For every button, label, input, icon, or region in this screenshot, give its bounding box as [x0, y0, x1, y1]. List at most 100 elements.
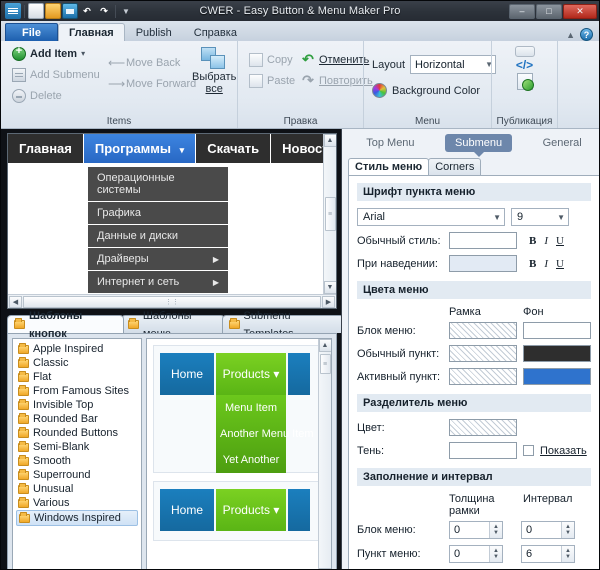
underline-button[interactable]: U	[556, 235, 564, 247]
menu-block-border-swatch[interactable]	[449, 322, 517, 339]
submenu-item[interactable]: Данные и диски	[88, 225, 228, 248]
template-products-button[interactable]: Products ▾	[216, 489, 286, 531]
save-icon[interactable]	[62, 3, 78, 19]
maximize-button[interactable]: □	[536, 3, 562, 19]
submenu-item[interactable]: Интернет и сеть ▶	[88, 271, 228, 294]
ribbon-tab-help[interactable]: Справка	[183, 23, 248, 41]
font-normal-color-swatch[interactable]	[449, 232, 517, 249]
scroll-left-icon[interactable]: ◀	[9, 295, 22, 308]
tab-top-menu[interactable]: Top Menu	[356, 134, 424, 152]
list-item[interactable]: Semi-Blank	[16, 440, 138, 454]
template-card[interactable]: Home Products ▾	[153, 481, 325, 541]
undo-button[interactable]: ↶ Отменить	[296, 50, 369, 69]
scroll-up-icon[interactable]: ▲	[318, 339, 331, 352]
bold-button[interactable]: B	[529, 258, 536, 270]
scroll-up-icon[interactable]: ▲	[323, 134, 336, 147]
show-shadow-checkbox[interactable]	[523, 445, 534, 456]
list-item[interactable]: Invisible Top	[16, 398, 138, 412]
redo-icon[interactable]: ↷	[96, 3, 112, 19]
template-preview-list[interactable]: Home Products ▾ Menu Item Another Menu I…	[146, 338, 332, 569]
template-preview-scrollbar[interactable]: ▲ ≡ ▼	[318, 339, 331, 569]
scroll-thumb-vertical[interactable]: ≡	[319, 354, 331, 374]
submenu-item[interactable]: Драйверы ▶	[88, 248, 228, 271]
template-dropdown-item[interactable]: Yet Another	[216, 447, 286, 473]
list-item[interactable]: From Famous Sites	[16, 384, 138, 398]
template-dropdown-item[interactable]: Menu Item	[216, 395, 286, 421]
menu-button-home[interactable]: Главная	[8, 134, 84, 163]
font-size-select[interactable]: 9 ▼	[511, 208, 569, 226]
subtab-corners[interactable]: Corners	[428, 158, 482, 175]
template-card[interactable]: Home Products ▾ Menu Item Another Menu I…	[153, 345, 325, 473]
list-item[interactable]: Apple Inspired	[16, 342, 138, 356]
add-submenu-button[interactable]: Add Submenu	[7, 65, 100, 84]
collapse-ribbon-icon[interactable]: ▲	[566, 30, 575, 40]
publish-file-icon[interactable]	[516, 73, 534, 91]
active-item-fill-swatch[interactable]	[523, 368, 591, 385]
italic-button[interactable]: I	[544, 235, 548, 247]
scroll-thumb-vertical[interactable]: ≡	[324, 197, 336, 231]
list-item[interactable]: Superround	[16, 468, 138, 482]
list-item[interactable]: Rounded Buttons	[16, 426, 138, 440]
tab-submenu-templates[interactable]: Submenu Templates	[221, 310, 345, 340]
underline-button[interactable]: U	[556, 258, 564, 270]
tab-menu-templates[interactable]: Шаблоны меню	[120, 310, 225, 340]
paste-button[interactable]: Paste	[244, 71, 295, 90]
list-item-selected[interactable]: Windows Inspired	[16, 510, 138, 526]
chevron-down-icon[interactable]: ▾	[81, 49, 85, 58]
menu-preview-canvas[interactable]: Главная Программы ▾ Скачать Новости Опер…	[8, 134, 336, 294]
list-item[interactable]: Classic	[16, 356, 138, 370]
scroll-down-icon[interactable]: ▼	[323, 281, 336, 294]
template-category-list[interactable]: Apple Inspired Classic Flat From Famous …	[12, 338, 142, 569]
move-forward-button[interactable]: ⟶ Move Forward	[103, 74, 196, 93]
list-item[interactable]: Flat	[16, 370, 138, 384]
menu-button-programs[interactable]: Программы ▾	[83, 134, 197, 163]
bold-button[interactable]: B	[529, 235, 536, 247]
preview-vertical-scrollbar[interactable]: ▲ ≡ ▼	[323, 134, 336, 294]
font-hover-color-swatch[interactable]	[449, 255, 517, 272]
submenu-item[interactable]: Графика	[88, 202, 228, 225]
menu-block-interval-stepper[interactable]: 0 ▲ ▼	[521, 521, 575, 539]
template-home-button[interactable]: Home	[160, 489, 214, 531]
help-icon[interactable]: ?	[580, 28, 593, 41]
minimize-button[interactable]: –	[509, 3, 535, 19]
scroll-right-icon[interactable]: ▶	[322, 295, 335, 308]
tab-general[interactable]: General	[533, 134, 592, 152]
stepper-arrows-icon[interactable]: ▲ ▼	[489, 546, 502, 562]
tab-button-templates[interactable]: Шаблоны кнопок	[7, 310, 124, 340]
template-products-button[interactable]: Products ▾	[216, 353, 286, 395]
list-item[interactable]: Rounded Bar	[16, 412, 138, 426]
move-back-button[interactable]: ⟵ Move Back	[103, 53, 187, 72]
template-home-button[interactable]: Home	[160, 353, 214, 395]
background-color-row[interactable]: Background Color	[370, 74, 485, 98]
quick-access-toolbar[interactable]: ↶ ↷ ▼	[1, 3, 133, 19]
delete-button[interactable]: Delete	[7, 86, 99, 105]
list-item[interactable]: Smooth	[16, 454, 138, 468]
stepper-arrows-icon[interactable]: ▲ ▼	[561, 546, 574, 562]
italic-button[interactable]: I	[544, 258, 548, 270]
submenu-item[interactable]: Операционные системы	[88, 167, 228, 202]
tab-submenu[interactable]: Submenu	[445, 134, 513, 157]
open-icon[interactable]	[45, 3, 61, 19]
normal-item-border-swatch[interactable]	[449, 345, 517, 362]
add-item-button[interactable]: Add Item ▾	[7, 44, 99, 63]
menu-block-thickness-stepper[interactable]: 0 ▲ ▼	[449, 521, 503, 539]
close-button[interactable]: ✕	[563, 3, 597, 19]
menu-item-interval-stepper[interactable]: 6 ▲ ▼	[521, 545, 575, 563]
divider-shadow-swatch[interactable]	[449, 442, 517, 459]
qat-dropdown-icon[interactable]: ▼	[119, 7, 133, 16]
menu-block-fill-swatch[interactable]	[523, 322, 591, 339]
new-icon[interactable]	[28, 3, 44, 19]
list-item[interactable]: Unusual	[16, 482, 138, 496]
subtab-menu-style[interactable]: Стиль меню	[348, 158, 430, 175]
font-family-select[interactable]: Arial ▼	[357, 208, 505, 226]
menu-item-thickness-stepper[interactable]: 0 ▲ ▼	[449, 545, 503, 563]
select-all-button[interactable]: Выбрать все	[191, 44, 237, 105]
layout-select[interactable]: Horizontal ▼	[410, 55, 497, 74]
ribbon-tab-file[interactable]: File	[5, 23, 58, 41]
template-extra-button[interactable]	[288, 489, 310, 531]
menu-button-download[interactable]: Скачать	[196, 134, 272, 163]
template-dropdown-item[interactable]: Another Menu Item	[216, 421, 314, 447]
publish-code-icon[interactable]: </>	[516, 59, 533, 71]
copy-button[interactable]: Copy	[244, 50, 293, 69]
template-extra-button[interactable]	[288, 353, 310, 395]
